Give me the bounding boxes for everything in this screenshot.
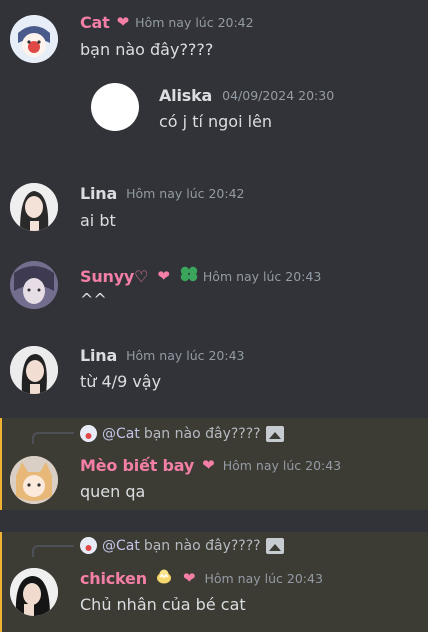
mention-highlight-bar (0, 532, 2, 632)
reply-mention[interactable]: @Cat (102, 538, 140, 554)
avatar[interactable] (10, 456, 58, 504)
message-lina: Lina Hôm nay lúc 20:42 ai bt (0, 172, 428, 242)
reply-mention[interactable]: @Cat (102, 426, 140, 442)
reply-preview[interactable]: @Cat bạn nào đây???? (80, 425, 284, 442)
avatar[interactable] (10, 261, 58, 309)
reply-text: bạn nào đây???? (143, 425, 261, 442)
timestamp: 04/09/2024 20:30 (222, 88, 335, 103)
message-text: có j tí ngoi lên (159, 112, 273, 131)
message-chicken: @Cat bạn nào đây???? chicken ❤ Hôm nay l… (0, 532, 428, 632)
message-text: từ 4/9 vậy (80, 372, 162, 391)
clover-icon (179, 265, 199, 287)
avatar[interactable] (10, 15, 58, 63)
image-icon (265, 425, 284, 442)
message-text: ai bt (80, 211, 116, 230)
timestamp: Hôm nay lúc 20:43 (126, 348, 245, 363)
avatar[interactable] (91, 83, 139, 131)
timestamp: Hôm nay lúc 20:43 (202, 268, 322, 284)
message-text: ^^ (80, 290, 107, 309)
reply-text: bạn nào đây???? (143, 537, 261, 554)
avatar[interactable] (10, 568, 58, 616)
author-name[interactable]: Cat (80, 13, 110, 32)
avatar[interactable] (10, 183, 58, 231)
reply-avatar (80, 425, 97, 442)
chick-icon (155, 568, 173, 588)
timestamp: Hôm nay lúc 20:42 (126, 186, 245, 201)
message-sunyy: Sunyy♡ ❤ Hôm nay lúc 20:43 ^^ (0, 253, 428, 323)
reply-avatar (80, 537, 97, 554)
message-cat: Cat ❤ Hôm nay lúc 20:42 bạn nào đây???? (0, 0, 428, 70)
mention-highlight-bar (0, 418, 2, 510)
timestamp: Hôm nay lúc 20:43 (222, 458, 342, 473)
author-name[interactable]: Mèo biết bay (80, 456, 194, 475)
image-icon (265, 537, 284, 554)
heart-icon: ❤ (116, 13, 130, 31)
timestamp: Hôm nay lúc 20:42 (135, 15, 254, 30)
author-name[interactable]: chicken (80, 569, 147, 588)
message-text: Chủ nhân của bé cat (80, 595, 246, 614)
author-name[interactable]: Sunyy♡ (80, 267, 149, 286)
embedded-message-aliska: Aliska 04/09/2024 20:30 có j tí ngoi lên (0, 70, 428, 160)
message-meo-biet-bay: @Cat bạn nào đây???? Mèo biết bay ❤ Hôm … (0, 418, 428, 510)
heart-icon: ❤ (157, 266, 170, 285)
heart-icon: ❤ (202, 456, 215, 474)
reply-connector (32, 432, 74, 444)
heart-icon: ❤ (182, 568, 196, 587)
reply-connector (32, 545, 74, 557)
author-name[interactable]: Lina (80, 184, 117, 203)
reply-preview[interactable]: @Cat bạn nào đây???? (80, 537, 284, 554)
message-text: bạn nào đây???? (80, 40, 214, 59)
message-text: quen qa (80, 482, 146, 501)
author-name[interactable]: Aliska (159, 86, 212, 105)
message-lina: Lina Hôm nay lúc 20:43 từ 4/9 vậy (0, 334, 428, 404)
timestamp: Hôm nay lúc 20:43 (204, 570, 323, 586)
author-name[interactable]: Lina (80, 346, 117, 365)
avatar[interactable] (10, 346, 58, 394)
